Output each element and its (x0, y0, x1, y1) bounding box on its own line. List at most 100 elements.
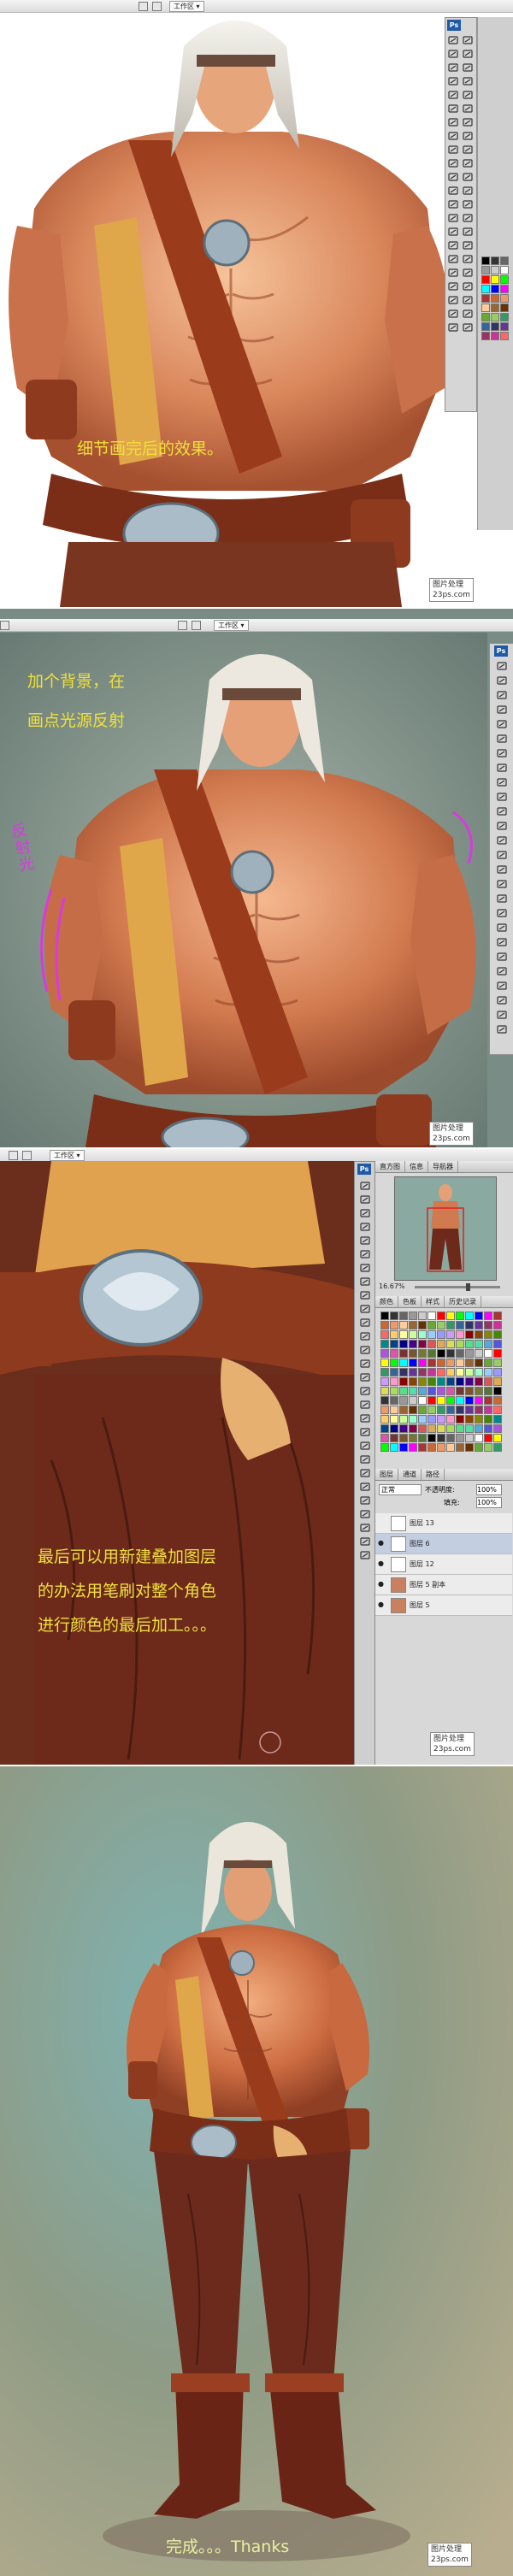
move-tool-icon[interactable] (359, 1181, 371, 1191)
tab-color[interactable]: 颜色 (375, 1296, 398, 1307)
color-swatch[interactable] (418, 1349, 427, 1358)
color-swatch[interactable] (399, 1349, 408, 1358)
color-swatch[interactable] (475, 1406, 483, 1414)
color-swatch[interactable] (409, 1387, 417, 1395)
marquee-tool-icon[interactable] (462, 49, 474, 59)
stamp-tool-icon[interactable] (359, 1290, 371, 1300)
color-swatch[interactable] (456, 1359, 464, 1367)
color-swatch[interactable] (481, 332, 490, 340)
color-swatch[interactable] (418, 1330, 427, 1339)
color-swatch[interactable] (418, 1443, 427, 1452)
type-tool-icon[interactable] (496, 879, 508, 889)
color-swatch[interactable] (491, 322, 499, 331)
color-swatch[interactable] (390, 1359, 398, 1367)
color-swatch[interactable] (456, 1396, 464, 1405)
color-swatch[interactable] (446, 1396, 455, 1405)
color-swatch[interactable] (491, 332, 499, 340)
color-swatch[interactable] (428, 1443, 436, 1452)
color-swatch[interactable] (390, 1424, 398, 1433)
workspace-dropdown[interactable]: 工作区 ▾ (169, 1, 204, 12)
blur-tool-icon[interactable] (447, 199, 459, 209)
color-swatch[interactable] (390, 1330, 398, 1339)
tab-layers[interactable]: 图层 (375, 1469, 398, 1480)
color-swatch[interactable] (475, 1321, 483, 1329)
eraser-tool-icon[interactable] (462, 172, 474, 182)
color-swatch[interactable] (390, 1349, 398, 1358)
color-swatch[interactable] (500, 322, 509, 331)
color-swatch[interactable] (491, 304, 499, 312)
color-swatch[interactable] (380, 1340, 389, 1348)
healing-brush-icon[interactable] (496, 748, 508, 758)
layer-row[interactable]: 图层 13 (375, 1513, 512, 1534)
color-swatch[interactable] (475, 1359, 483, 1367)
color-swatch[interactable] (475, 1377, 483, 1386)
color-swatch[interactable] (380, 1368, 389, 1376)
path-select-icon[interactable] (447, 254, 459, 264)
color-swatch[interactable] (446, 1312, 455, 1320)
color-swatch[interactable] (465, 1359, 474, 1367)
color-swatch[interactable] (465, 1396, 474, 1405)
color-swatch[interactable] (437, 1330, 445, 1339)
brush-tool-icon[interactable] (496, 763, 508, 773)
color-swatch[interactable] (500, 285, 509, 293)
color-swatch[interactable] (380, 1406, 389, 1414)
color-swatch[interactable] (390, 1396, 398, 1405)
dodge-tool-icon[interactable] (359, 1359, 371, 1369)
history-brush-icon[interactable] (462, 158, 474, 168)
color-swatch[interactable] (456, 1406, 464, 1414)
zoom-tool-icon[interactable] (496, 937, 508, 947)
color-swatch[interactable] (484, 1340, 492, 1348)
eye-icon[interactable]: ● (378, 1580, 386, 1589)
color-swatch[interactable] (456, 1415, 464, 1424)
color-swatch[interactable] (380, 1396, 389, 1405)
color-swatch[interactable] (390, 1387, 398, 1395)
move-tool-icon[interactable] (496, 952, 508, 962)
eyedropper-icon[interactable] (359, 1249, 371, 1259)
color-swatch[interactable] (493, 1434, 502, 1442)
color-swatch[interactable] (428, 1312, 436, 1320)
color-swatch[interactable] (465, 1349, 474, 1358)
eye-icon[interactable]: ● (378, 1539, 386, 1547)
color-swatch[interactable] (484, 1415, 492, 1424)
color-swatch[interactable] (465, 1424, 474, 1433)
color-swatch[interactable] (493, 1406, 502, 1414)
pen-tool-icon[interactable] (359, 1372, 371, 1382)
workspace-dropdown[interactable]: 工作区 ▾ (50, 1150, 85, 1161)
color-swatch[interactable] (390, 1443, 398, 1452)
layer-row[interactable]: ● 图层 12 (375, 1554, 512, 1575)
color-swatch[interactable] (409, 1349, 417, 1358)
color-swatch[interactable] (484, 1368, 492, 1376)
color-swatch[interactable] (418, 1406, 427, 1414)
color-swatch[interactable] (428, 1377, 436, 1386)
move-tool-icon[interactable] (462, 309, 474, 319)
color-swatch[interactable] (399, 1359, 408, 1367)
color-swatch[interactable] (409, 1406, 417, 1414)
color-swatch[interactable] (437, 1387, 445, 1395)
color-swatch[interactable] (428, 1321, 436, 1329)
color-swatch[interactable] (481, 294, 490, 303)
eraser-tool-icon[interactable] (447, 172, 459, 182)
color-swatch[interactable] (428, 1434, 436, 1442)
color-swatch[interactable] (493, 1368, 502, 1376)
shape-tool-icon[interactable] (359, 1413, 371, 1424)
color-swatch[interactable] (475, 1443, 483, 1452)
eyedropper-icon[interactable] (359, 1523, 371, 1533)
color-swatch[interactable] (399, 1377, 408, 1386)
lasso-tool-icon[interactable] (496, 981, 508, 991)
marquee-tool-icon[interactable] (447, 49, 459, 59)
lasso-tool-icon[interactable] (447, 62, 459, 73)
color-swatch[interactable] (475, 1349, 483, 1358)
color-swatch[interactable] (409, 1377, 417, 1386)
tab-swatches[interactable]: 色板 (398, 1296, 422, 1307)
type-tool-icon[interactable] (359, 1386, 371, 1396)
marquee-tool-icon[interactable] (462, 322, 474, 333)
color-swatch[interactable] (409, 1368, 417, 1376)
color-swatch[interactable] (481, 285, 490, 293)
move-tool-icon[interactable] (447, 309, 459, 319)
color-swatch[interactable] (399, 1443, 408, 1452)
color-swatch[interactable] (446, 1349, 455, 1358)
color-swatch[interactable] (465, 1377, 474, 1386)
color-swatch[interactable] (491, 313, 499, 321)
color-swatch[interactable] (446, 1443, 455, 1452)
color-swatch[interactable] (484, 1434, 492, 1442)
